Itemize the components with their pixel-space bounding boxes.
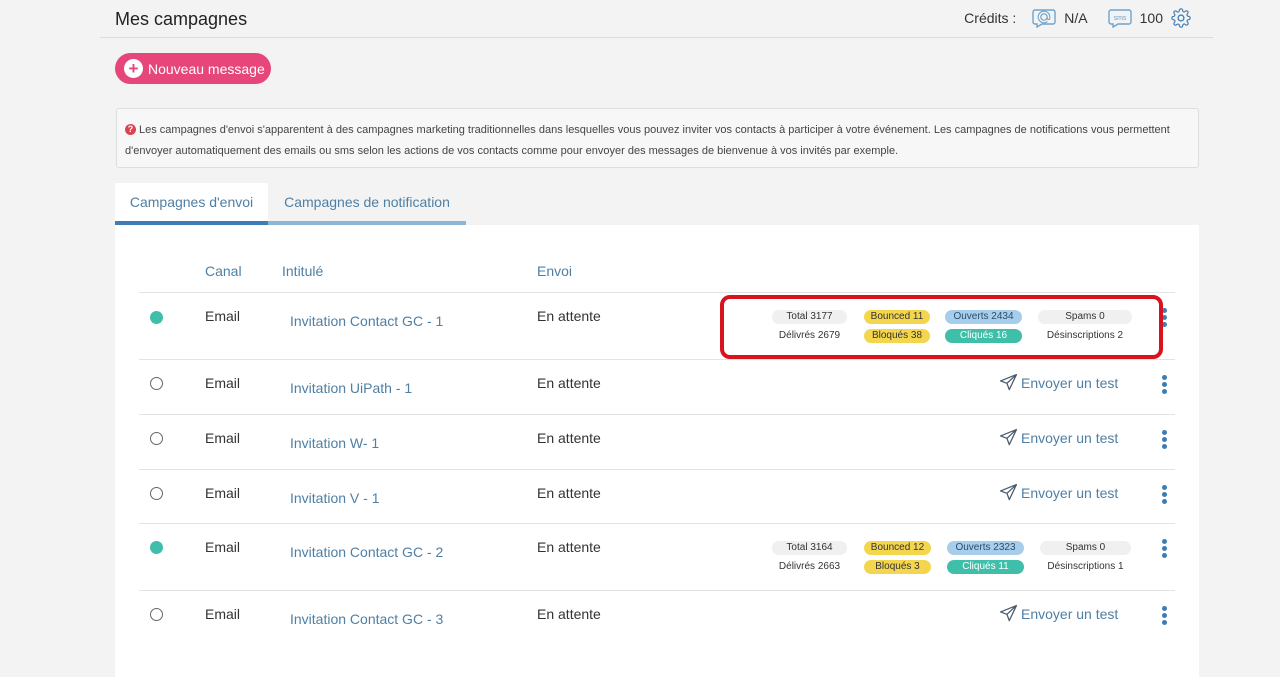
stat-total: Total 3164 — [772, 541, 847, 555]
send-test-button[interactable]: Envoyer un test — [999, 428, 1118, 447]
sms-credit-icon: sms — [1107, 8, 1132, 28]
stat-unsubscribes: Désinscriptions 1 — [1047, 561, 1124, 572]
stat-clicked: Cliqués 11 — [947, 560, 1024, 574]
paper-plane-icon — [999, 373, 1018, 391]
row-status: En attente — [537, 308, 601, 324]
sms-credit-value: 100 — [1139, 10, 1163, 26]
column-header-envoi[interactable]: Envoi — [537, 263, 572, 279]
paper-plane-icon — [999, 604, 1018, 622]
send-test-label: Envoyer un test — [1021, 429, 1119, 446]
send-test-label: Envoyer un test — [1021, 374, 1119, 391]
send-test-button[interactable]: Envoyer un test — [999, 483, 1118, 502]
stat-blocked: Bloqués 3 — [864, 560, 931, 574]
row-canal: Email — [205, 430, 241, 446]
page-title: Mes campagnes — [115, 9, 248, 29]
stats-highlight-box — [720, 295, 1163, 359]
more-options-icon[interactable] — [1162, 485, 1168, 506]
stat-delivered: Délivrés 2663 — [778, 561, 841, 572]
paper-plane-icon — [999, 428, 1018, 446]
tab-campagnes-notification[interactable]: Campagnes de notification — [268, 183, 466, 225]
credits-bar: Crédits : N/A sms 100 — [964, 8, 1191, 28]
more-options-icon[interactable] — [1162, 539, 1168, 560]
campaign-select-radio[interactable] — [150, 432, 163, 445]
gear-icon[interactable] — [1171, 8, 1191, 28]
table-row: Email Invitation W- 1 En attente Envoyer… — [139, 415, 1175, 469]
info-box: ? Les campagnes d'envoi s'apparentent à d… — [116, 108, 1199, 168]
info-text: Les campagnes d'envoi s'apparentent à de… — [125, 124, 1170, 157]
stat-bounced: Bounced 12 — [864, 541, 931, 555]
campaign-select-radio[interactable] — [150, 487, 163, 500]
column-header-intitule[interactable]: Intitulé — [282, 263, 323, 279]
row-status: En attente — [537, 539, 601, 555]
campaign-title-link[interactable]: Invitation V - 1 — [290, 490, 380, 506]
sms-icon-text: sms — [1113, 15, 1126, 22]
table-row: Email Invitation Contact GC - 3 En atten… — [139, 591, 1175, 645]
credits-label: Crédits : — [964, 10, 1017, 26]
new-message-button[interactable]: + Nouveau message — [115, 53, 271, 84]
campaign-title-link[interactable]: Invitation W- 1 — [290, 435, 379, 451]
send-test-button[interactable]: Envoyer un test — [999, 373, 1118, 392]
help-icon: ? — [125, 124, 136, 135]
new-message-label: Nouveau message — [148, 60, 265, 77]
row-status: En attente — [537, 375, 601, 391]
send-test-button[interactable]: Envoyer un test — [999, 604, 1118, 623]
page-header: Mes campagnes Crédits : N/A sms 100 — [100, 0, 1213, 38]
table-row: Email Invitation V - 1 En attente Envoye… — [139, 470, 1175, 524]
row-canal: Email — [205, 606, 241, 622]
table-row: Email Invitation Contact GC - 2 En atten… — [139, 524, 1175, 590]
row-canal: Email — [205, 308, 241, 324]
send-test-label: Envoyer un test — [1021, 484, 1119, 501]
more-options-icon[interactable] — [1162, 375, 1168, 396]
campaign-title-link[interactable]: Invitation Contact GC - 2 — [290, 544, 443, 560]
stat-opened: Ouverts 2323 — [947, 541, 1024, 555]
campaign-select-radio[interactable] — [150, 377, 163, 390]
row-status: En attente — [537, 430, 601, 446]
tab-campagnes-envoi[interactable]: Campagnes d'envoi — [115, 183, 268, 225]
row-status: En attente — [537, 606, 601, 622]
campaign-active-indicator[interactable] — [150, 311, 163, 324]
campaign-active-indicator[interactable] — [150, 541, 163, 554]
table-row: Email Invitation UiPath - 1 En attente E… — [139, 360, 1175, 414]
campaign-title-link[interactable]: Invitation UiPath - 1 — [290, 380, 412, 396]
campaign-title-link[interactable]: Invitation Contact GC - 3 — [290, 611, 443, 627]
email-credit-value: N/A — [1064, 10, 1088, 26]
row-canal: Email — [205, 485, 241, 501]
row-canal: Email — [205, 375, 241, 391]
column-header-canal[interactable]: Canal — [205, 263, 242, 279]
email-credit-icon — [1032, 8, 1056, 28]
row-canal: Email — [205, 539, 241, 555]
paper-plane-icon — [999, 483, 1018, 501]
row-status: En attente — [537, 485, 601, 501]
plus-icon: + — [124, 59, 143, 78]
stat-spams: Spams 0 — [1040, 541, 1131, 555]
campaign-title-link[interactable]: Invitation Contact GC - 1 — [290, 313, 443, 329]
more-options-icon[interactable] — [1162, 430, 1168, 451]
send-test-label: Envoyer un test — [1021, 605, 1119, 622]
campaign-select-radio[interactable] — [150, 608, 163, 621]
more-options-icon[interactable] — [1162, 606, 1168, 627]
